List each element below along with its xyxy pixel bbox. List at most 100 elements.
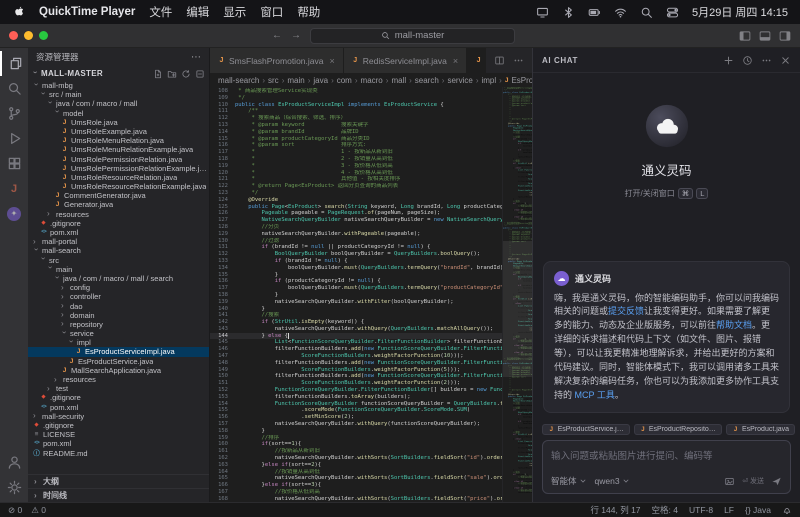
code-line[interactable]: 135 } [210, 272, 502, 279]
tree-item[interactable]: ›src / main [28, 90, 209, 99]
code-line[interactable]: 151 ScoreFunctionBuilders.weightFactorFu… [210, 380, 502, 387]
menubar-clock[interactable]: 5月29日 周四 14:15 [692, 4, 788, 20]
code-line[interactable]: 157 nativeSearchQueryBuilder.withQuery(f… [210, 421, 502, 428]
breadcrumb-item[interactable]: EsProductServiceImpl.java [511, 76, 532, 85]
code-line[interactable]: 116 * @param sort 排序方式: [210, 142, 502, 149]
code-line[interactable]: 144 } else { [210, 333, 502, 340]
code-line[interactable]: 138 } [210, 292, 502, 299]
zoom-window-button[interactable] [39, 31, 48, 40]
code-line[interactable]: 108 * 商品搜索管理Service实现类 [210, 88, 502, 95]
tree-item[interactable]: ›service [28, 329, 209, 338]
tree-item[interactable]: ›domain [28, 311, 209, 320]
code-line[interactable]: 137 boolQueryBuilder.must(QueryBuilders.… [210, 285, 502, 292]
send-icon[interactable] [771, 476, 782, 487]
code-line[interactable]: 114 * @param brandId 品牌ID [210, 129, 502, 136]
tree-item[interactable]: JUmsRoleResourceRelation.java [28, 173, 209, 182]
monitor-icon[interactable] [536, 6, 549, 19]
breadcrumb-item[interactable]: java [313, 76, 328, 85]
bluetooth-icon[interactable] [562, 6, 575, 19]
wifi-icon[interactable] [614, 6, 627, 19]
navigate-forward-icon[interactable]: → [291, 30, 301, 41]
close-tab-icon[interactable]: × [329, 56, 334, 66]
code-line[interactable]: 118 * 2 - 按销量从高到低 [210, 156, 502, 163]
menubar-menu[interactable]: 显示 [223, 4, 246, 20]
activity-extensions[interactable] [0, 151, 28, 176]
new-chat-icon[interactable] [723, 55, 734, 66]
tree-item[interactable]: <>pom.xml [28, 439, 209, 448]
code-line[interactable]: 115 * @param productCategoryId 商品分类ID [210, 136, 502, 143]
context-file-chip[interactable]: JEsProductService.java [542, 424, 630, 435]
battery-icon[interactable] [588, 6, 601, 19]
breadcrumb-item[interactable]: impl [481, 76, 496, 85]
message-link[interactable]: MCP 工具 [575, 390, 615, 400]
tree-item[interactable]: ›resources [28, 375, 209, 384]
agent-mode-selector[interactable]: 智能体 [551, 475, 587, 487]
tree-item[interactable]: ◆.gitignore [28, 393, 209, 402]
code-line[interactable]: 159 //排序 [210, 435, 502, 442]
editor-tab[interactable]: JEsProductServiceImpl.java× [467, 48, 486, 73]
status-item[interactable]: 空格: 4 [652, 504, 678, 516]
activity-run-debug[interactable] [0, 126, 28, 151]
code-line[interactable]: 109 */ [210, 95, 502, 102]
tree-item[interactable]: JMallSearchApplication.java [28, 366, 209, 375]
breadcrumb-item[interactable]: com [337, 76, 352, 85]
status-item[interactable]: LF [724, 505, 734, 515]
code-line[interactable]: 164 //按销量从高到低 [210, 469, 502, 476]
tree-item[interactable]: JEsProductService.java [28, 357, 209, 366]
status-problems[interactable]: ⚠ 0 [31, 505, 46, 516]
tree-item[interactable]: ›test [28, 384, 209, 393]
code-line[interactable]: 128 //分页 [210, 224, 502, 231]
activity-settings[interactable] [0, 475, 28, 500]
code-line[interactable]: 113 * @param keyword 搜索关键字 [210, 122, 502, 129]
sidebar-more-actions-icon[interactable]: ⋯ [191, 52, 201, 63]
editor-tab[interactable]: JRedisServiceImpl.java× [344, 48, 467, 73]
code-line[interactable]: 142 if (StrUtil.isEmpty(keyword)) { [210, 319, 502, 326]
activity-explorer[interactable] [0, 51, 28, 76]
code-line[interactable]: 132 BoolQueryBuilder boolQueryBuilder = … [210, 251, 502, 258]
code-line[interactable]: 133 if (brandId != null) { [210, 258, 502, 265]
code-line[interactable]: 130 //过滤 [210, 238, 502, 245]
breadcrumb-item[interactable]: mall-search [218, 76, 259, 85]
tree-item[interactable]: JCommentGenerator.java [28, 191, 209, 200]
code-line[interactable]: 148 filterFunctionBuilders.add(new Funct… [210, 360, 502, 367]
tree-item[interactable]: ›src [28, 256, 209, 265]
tree-item[interactable]: ›dao [28, 302, 209, 311]
tree-item[interactable]: JUmsRoleMenuRelationExample.java [28, 145, 209, 154]
code-line[interactable]: 147 ScoreFunctionBuilders.weightFactorFu… [210, 353, 502, 360]
message-link[interactable]: 提交反馈 [608, 306, 644, 316]
code-line[interactable]: 146 filterFunctionBuilders.add(new Funct… [210, 346, 502, 353]
tree-item[interactable]: JUmsRolePermissionRelation.java [28, 155, 209, 164]
code-line[interactable]: 124 @Override [210, 197, 502, 204]
close-panel-icon[interactable] [780, 55, 791, 66]
code-lines[interactable]: 108 * 商品搜索管理Service实现类109 */110public cl… [210, 87, 502, 502]
code-editor[interactable]: 108 * 商品搜索管理Service实现类109 */110public cl… [210, 87, 532, 502]
code-line[interactable]: 149 ScoreFunctionBuilders.weightFactorFu… [210, 367, 502, 374]
tree-item[interactable]: JUmsRoleExample.java [28, 127, 209, 136]
tree-item[interactable]: ›mall-mbg [28, 81, 209, 90]
code-line[interactable]: 140 } [210, 306, 502, 313]
context-file-chip[interactable]: JEsProductRepository.java [634, 424, 722, 435]
close-tab-icon[interactable]: × [453, 56, 458, 66]
outline-section[interactable]: › 大纲 [28, 474, 209, 488]
code-line[interactable]: 120 * 4 - 按价格从高到低 [210, 170, 502, 177]
tree-item[interactable]: ›controller [28, 292, 209, 301]
chat-input-box[interactable]: 输入问题或粘贴图片进行提问、编码等 智能体 qwen3 [542, 440, 791, 494]
menubar-menu[interactable]: 编辑 [186, 4, 209, 20]
code-line[interactable]: 154 FunctionScoreQueryBuilder functionSc… [210, 401, 502, 408]
code-line[interactable]: 117 * 1 - 按新品从新到旧 [210, 149, 502, 156]
status-problems[interactable]: ⊘ 0 [8, 505, 22, 516]
code-line[interactable]: 136 if (productCategoryId != null) { [210, 278, 502, 285]
tree-item[interactable]: ›model [28, 109, 209, 118]
activity-java[interactable]: J [0, 176, 28, 201]
toggle-panel-icon[interactable] [759, 30, 771, 42]
code-line[interactable]: 161 //按新品从新到旧 [210, 448, 502, 455]
tree-item[interactable]: ›config [28, 283, 209, 292]
breadcrumb-item[interactable]: service [447, 76, 472, 85]
menubar-app-name[interactable]: QuickTime Player [39, 6, 135, 18]
code-line[interactable]: 168 nativeSearchQueryBuilder.withSorts(S… [210, 496, 502, 502]
tree-item[interactable]: ›java / com / macro / mall [28, 99, 209, 108]
breadcrumb-item[interactable]: src [268, 76, 279, 85]
apple-menu-icon[interactable] [12, 5, 25, 19]
attach-image-icon[interactable] [724, 476, 735, 487]
toggle-sidebar-icon[interactable] [739, 30, 751, 42]
